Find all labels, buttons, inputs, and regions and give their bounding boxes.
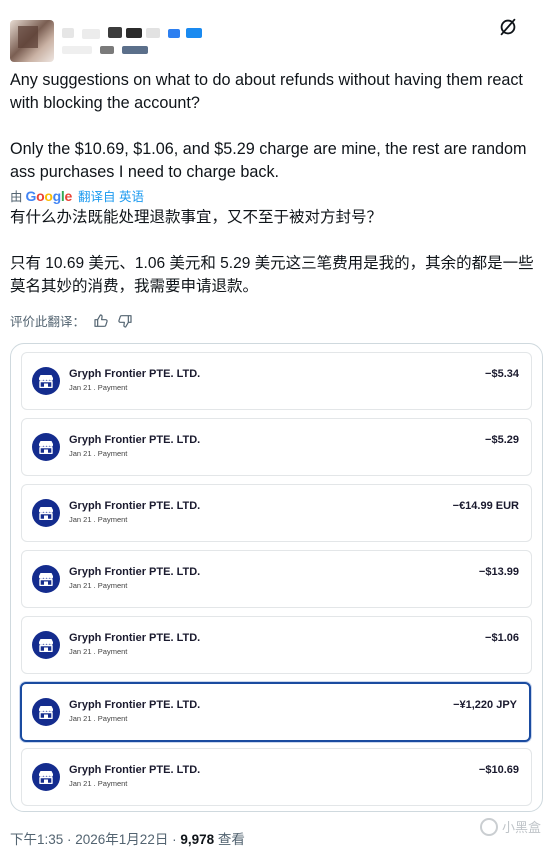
transaction-row[interactable]: Gryph Frontier PTE. LTD. Jan 21 . Payment…: [21, 550, 532, 608]
blurred-username-5: [146, 28, 160, 38]
tweet-meta: 下午1:35 · 2026年1月22日 · 9,978 查看: [10, 828, 245, 848]
transaction-row[interactable]: Gryph Frontier PTE. LTD. Jan 21 . Payment…: [21, 352, 532, 410]
translated-by-label: 由: [10, 190, 23, 204]
transaction-date: Jan 21 . Payment: [69, 581, 128, 590]
transaction-amount: −$5.34: [485, 368, 519, 380]
merchant-name: Gryph Frontier PTE. LTD.: [69, 632, 201, 644]
google-logo: Google: [25, 187, 73, 204]
transaction-row[interactable]: Gryph Frontier PTE. LTD. Jan 21 . Payment…: [21, 484, 532, 542]
translated-text: 有什么办法既能处理退款事宜，又不至于被对方封号？ 只有 10.69 美元、1.0…: [10, 206, 545, 298]
blurred-username: [62, 28, 74, 38]
merchant-name: Gryph Frontier PTE. LTD.: [69, 434, 201, 446]
blurred-handle: [62, 46, 92, 54]
blurred-username-4: [126, 28, 142, 38]
store-icon: [32, 499, 60, 527]
rate-translation: 评价此翻译：: [10, 311, 133, 330]
transaction-amount: −$5.29: [485, 434, 519, 446]
blurred-username-2: [82, 29, 100, 39]
tweet-paragraph: Only the $10.69, $1.06, and $5.29 charge…: [10, 140, 527, 181]
transaction-amount: −$1.06: [485, 632, 519, 644]
translation-attribution: 由 Google 翻译自 英语: [10, 186, 144, 205]
transaction-row[interactable]: Gryph Frontier PTE. LTD. Jan 21 . Payment…: [21, 418, 532, 476]
store-icon: [32, 763, 60, 791]
transaction-row[interactable]: Gryph Frontier PTE. LTD. Jan 21 . Payment…: [21, 616, 532, 674]
watermark-text: 小黑盒: [501, 820, 541, 835]
transaction-date: Jan 21 . Payment: [69, 515, 128, 524]
transaction-date: Jan 21 . Payment: [69, 779, 128, 788]
merchant-name: Gryph Frontier PTE. LTD.: [69, 566, 201, 578]
transaction-date: Jan 21 . Payment: [69, 714, 128, 723]
merchant-name: Gryph Frontier PTE. LTD.: [69, 764, 201, 776]
translated-from-link[interactable]: 翻译自 英语: [78, 186, 144, 205]
translation-paragraph: 有什么办法既能处理退款事宜，又不至于被对方封号？: [10, 209, 383, 226]
avatar[interactable]: [10, 20, 54, 62]
store-icon: [32, 565, 60, 593]
blurred-handle-3: [122, 46, 148, 54]
blurred-username-6: [168, 29, 180, 38]
transaction-amount: −€14.99 EUR: [452, 500, 519, 512]
attached-image-card[interactable]: Gryph Frontier PTE. LTD. Jan 21 . Payment…: [10, 343, 543, 812]
transaction-date: Jan 21 . Payment: [69, 449, 128, 458]
transaction-date: Jan 21 . Payment: [69, 383, 128, 392]
tweet-header: [0, 0, 553, 62]
timestamp[interactable]: 下午1:35 · 2026年1月22日 ·: [10, 832, 180, 847]
store-icon: [32, 631, 60, 659]
transaction-amount: −¥1,220 JPY: [453, 699, 517, 711]
watermark-logo-icon: [479, 817, 498, 836]
thumbs-up-icon[interactable]: [93, 313, 109, 329]
watermark: 小黑盒: [479, 817, 541, 836]
tweet-paragraph: Any suggestions on what to do about refu…: [10, 71, 523, 112]
blurred-username-3: [108, 27, 122, 38]
thumbs-down-icon[interactable]: [117, 313, 133, 329]
store-icon: [32, 698, 60, 726]
merchant-name: Gryph Frontier PTE. LTD.: [69, 500, 201, 512]
transaction-date: Jan 21 . Payment: [69, 647, 128, 656]
transaction-row[interactable]: Gryph Frontier PTE. LTD. Jan 21 . Payment…: [20, 682, 531, 742]
translation-paragraph: 只有 10.69 美元、1.06 美元和 5.29 美元这三笔费用是我的，其余的…: [10, 255, 534, 295]
merchant-name: Gryph Frontier PTE. LTD.: [69, 699, 201, 711]
transaction-row[interactable]: Gryph Frontier PTE. LTD. Jan 21 . Payment…: [21, 748, 532, 806]
store-icon: [32, 367, 60, 395]
rate-translation-label: 评价此翻译：: [10, 315, 86, 329]
transaction-amount: −$10.69: [478, 764, 519, 776]
slash-circle-icon[interactable]: [497, 16, 519, 38]
merchant-name: Gryph Frontier PTE. LTD.: [69, 368, 201, 380]
blurred-handle-2: [100, 46, 114, 54]
tweet-text: Any suggestions on what to do about refu…: [10, 69, 540, 184]
blurred-username-7: [186, 28, 202, 38]
transaction-amount: −$13.99: [478, 566, 519, 578]
view-count: 9,978: [180, 832, 215, 847]
store-icon: [32, 433, 60, 461]
view-count-label: 查看: [214, 832, 245, 847]
